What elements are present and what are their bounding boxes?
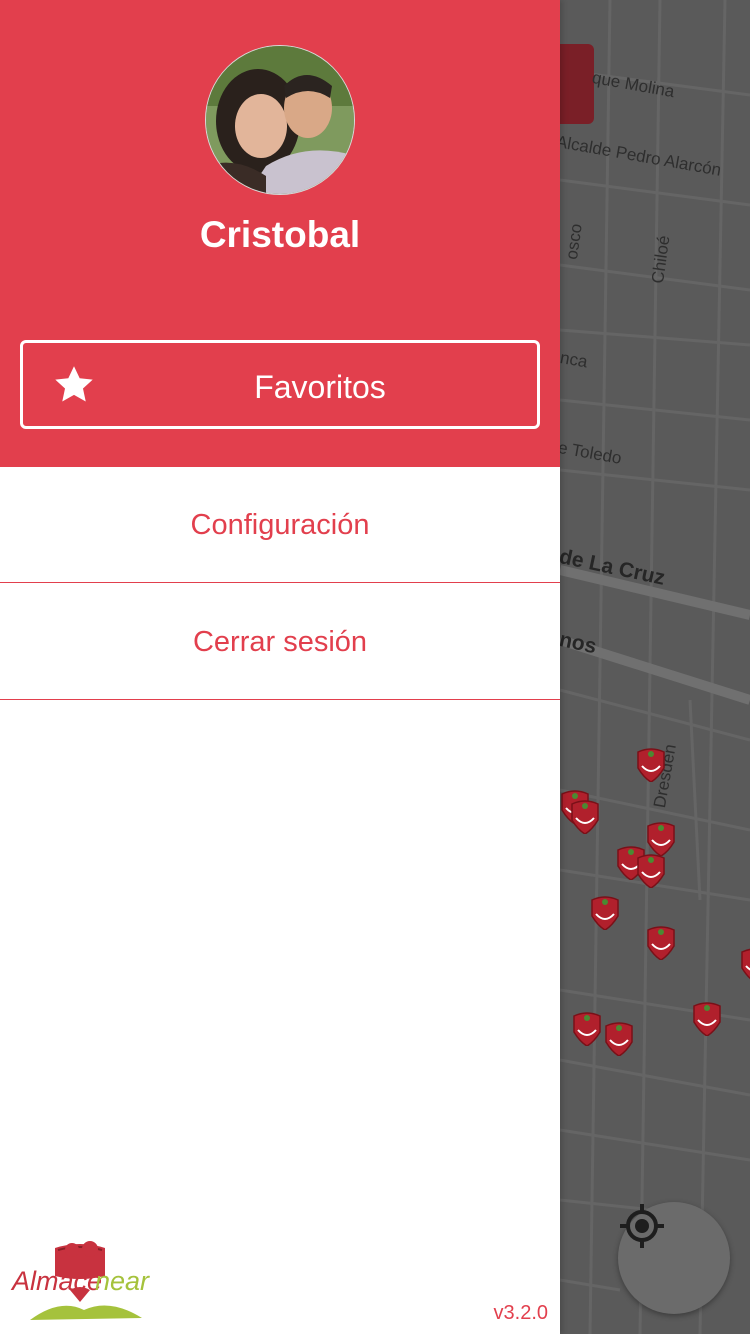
- store-pin-icon[interactable]: [636, 854, 666, 888]
- star-icon: [55, 366, 93, 402]
- drawer-header: Cristobal Favoritos: [0, 0, 560, 467]
- crosshair-icon: [620, 1204, 664, 1248]
- profile-photo: [206, 46, 354, 194]
- almacenear-logo-icon: Almace near: [10, 1241, 150, 1320]
- store-pin-icon[interactable]: [572, 1012, 602, 1046]
- locate-me-button[interactable]: [618, 1202, 730, 1314]
- brand-logo: Almace near: [10, 1240, 155, 1324]
- favorites-button[interactable]: Favoritos: [20, 340, 540, 429]
- menu-item-logout[interactable]: Cerrar sesión: [0, 584, 560, 700]
- store-pin-icon[interactable]: [604, 1022, 634, 1056]
- app-version: v3.2.0: [493, 1302, 548, 1324]
- store-pin-icon[interactable]: [646, 822, 676, 856]
- favorites-label: Favoritos: [254, 369, 386, 405]
- store-pin-icon[interactable]: [590, 896, 620, 930]
- store-pin-icon[interactable]: [636, 748, 666, 782]
- avatar[interactable]: [205, 45, 355, 195]
- side-drawer: Cristobal Favoritos Configuración Cerrar…: [0, 0, 560, 1334]
- store-pin-icon[interactable]: [740, 948, 750, 982]
- store-pin-icon[interactable]: [692, 1002, 722, 1036]
- store-pin-icon[interactable]: [570, 800, 600, 834]
- store-pin-icon[interactable]: [646, 926, 676, 960]
- user-name: Cristobal: [199, 214, 361, 255]
- logo-text-part1: Almace: [10, 1266, 102, 1296]
- menu-item-settings[interactable]: Configuración: [0, 467, 560, 583]
- logo-text-part2: near: [95, 1266, 150, 1296]
